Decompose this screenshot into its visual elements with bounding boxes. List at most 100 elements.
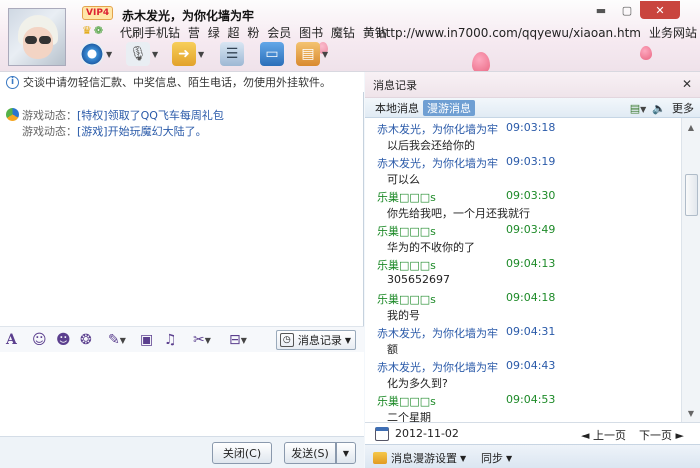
message-history-pane: 消息记录 ✕ 本地消息 漫游消息 ▤▼ 🔈 更多 赤木发光，为你化墙为牢 09:0… (365, 72, 700, 468)
entry-time: 09:04:53 (506, 393, 556, 406)
clock-icon: ◷ (279, 333, 294, 347)
remote-desktop-button[interactable]: ▭ (260, 41, 284, 67)
message-record-button[interactable]: ◷ 消息记录 ▼ (275, 330, 356, 350)
send-bar: 关闭(C) 发送(S) ▼ (0, 436, 364, 468)
link-pink[interactable]: 粉 (247, 26, 259, 40)
link-super[interactable]: 超 (228, 26, 240, 40)
history-entry: 赤木发光，为你化墙为牢 09:03:18 以后我会还给你的 (365, 118, 681, 152)
entry-text: 额 (387, 343, 398, 356)
more-link[interactable]: 更多 (672, 100, 694, 116)
entry-sender: 赤木发光，为你化墙为牢 (377, 327, 498, 340)
format-toolbar: A ☺ ☻ ❂ ✎ ▼ ▣ ♫ ✂ ▼ ⊟ ▼ ◷ 消息记录 ▼ (0, 326, 364, 352)
link-member[interactable]: 会员 (267, 26, 291, 40)
maximize-button[interactable]: ▢ (614, 1, 640, 19)
scroll-thumb[interactable] (685, 174, 698, 216)
voice-call-button[interactable]: 🎙 ▼ (126, 41, 158, 67)
sync-button[interactable]: 同步 ▼ (481, 450, 512, 466)
chevron-down-icon[interactable]: ▼ (460, 454, 466, 463)
qq-show-icon[interactable]: ❁ (94, 24, 103, 37)
tab-local-messages[interactable]: 本地消息 (371, 100, 423, 116)
shake-icon[interactable]: ❂ (80, 331, 92, 349)
video-call-button[interactable]: ▼ (80, 41, 112, 67)
link-camp[interactable]: 营 (188, 26, 200, 40)
history-date[interactable]: 2012-11-02 (395, 427, 459, 440)
export-icon[interactable]: ▤▼ (630, 102, 647, 115)
link-phone-diamond[interactable]: 代刷手机钻 (120, 26, 180, 40)
entry-time: 09:03:49 (506, 223, 556, 236)
chevron-down-icon[interactable]: ▼ (152, 50, 158, 59)
font-icon[interactable]: A (6, 331, 17, 349)
chevron-down-icon[interactable]: ▼ (241, 336, 247, 345)
toolbox-icon[interactable]: ⊟ ▼ (224, 331, 252, 349)
close-window-button[interactable]: ✕ (640, 1, 680, 19)
game-update-link[interactable]: [特权]领取了QQ飞车每周礼包 (77, 109, 224, 122)
chevron-down-icon[interactable]: ▼ (205, 336, 211, 345)
entry-sender: 赤木发光，为你化墙为牢 (377, 123, 498, 136)
roam-settings-button[interactable]: 消息漫游设置 ▼ (373, 450, 466, 466)
send-options-chevron-icon[interactable]: ▼ (336, 442, 356, 464)
game-update-link[interactable]: [游戏]开始玩魔幻大陆了。 (77, 125, 207, 138)
history-entry: 乐巢□□□s 09:03:30 你先给我吧，一个月还我就行 (365, 186, 681, 220)
history-entry: 赤木发光，为你化墙为牢 09:04:43 化为多久到? (365, 356, 681, 390)
tab-roaming-messages[interactable]: 漫游消息 (423, 100, 475, 116)
entry-time: 09:03:19 (506, 155, 556, 168)
microphone-icon: 🎙 (126, 42, 150, 66)
entry-time: 09:04:43 (506, 359, 556, 372)
avatar[interactable] (8, 8, 66, 66)
message-list-icon: ☰ (220, 42, 244, 66)
history-log: 赤木发光，为你化墙为牢 09:03:18 以后我会还给你的 赤木发光，为你化墙为牢 09… (365, 118, 681, 422)
entry-sender: 乐巢□□□s (377, 293, 436, 306)
link-green[interactable]: 绿 (208, 26, 220, 40)
doodle-icon[interactable]: ✎ ▼ (104, 331, 130, 349)
speaker-icon[interactable]: 🔈 (652, 102, 666, 115)
history-scrollbar[interactable]: ▲ ▼ (681, 118, 700, 422)
entry-sender: 乐巢□□□s (377, 225, 436, 238)
next-page-link[interactable]: 下一页 ► (639, 427, 684, 443)
petal-decoration (640, 46, 652, 60)
crown-icon[interactable]: ♛ (82, 24, 92, 37)
chevron-down-icon[interactable]: ▼ (322, 50, 328, 59)
close-icon[interactable]: ✕ (682, 77, 692, 91)
previous-page-link[interactable]: ◄ 上一页 (581, 427, 626, 443)
sms-button[interactable]: ☰ (220, 41, 244, 67)
security-notice: i 交谈中请勿轻信汇款、中奖信息、陌生电话，勿使用外挂软件。 (0, 72, 364, 92)
message-input[interactable] (0, 352, 364, 436)
history-entry: 乐巢□□□s 09:04:13 305652697 (365, 254, 681, 288)
game-update: 游戏动态：[游戏]开始玩魔幻大陆了。 (22, 125, 207, 138)
history-title-bar: 消息记录 ✕ (365, 72, 700, 98)
music-icon[interactable]: ♫ (164, 331, 177, 349)
send-button[interactable]: 发送(S) (284, 442, 336, 464)
history-entry: 乐巢□□□s 09:03:49 华为的不收你的了 (365, 220, 681, 254)
url-text[interactable]: http://www.in7000.com/qqyewu/xiaoan.htm (378, 26, 641, 40)
image-icon[interactable]: ▣ (140, 331, 153, 349)
entry-time: 09:04:18 (506, 291, 556, 304)
contact-nickname: 赤木发光，为你化墙为牢 (122, 9, 255, 23)
close-button[interactable]: 关闭(C) (212, 442, 272, 464)
scroll-up-icon[interactable]: ▲ (684, 120, 698, 134)
chevron-down-icon[interactable]: ▼ (198, 50, 204, 59)
chevron-down-icon[interactable]: ▼ (506, 454, 512, 463)
business-site-link[interactable]: 业务网站 (649, 26, 697, 40)
folder-icon (373, 452, 387, 464)
chevron-down-icon[interactable]: ▼ (120, 336, 126, 345)
entry-time: 09:04:13 (506, 257, 556, 270)
entry-sender: 赤木发光，为你化墙为牢 (377, 157, 498, 170)
minimize-button[interactable]: ▬ (588, 1, 614, 19)
entry-text: 华为的不收你的了 (387, 241, 475, 254)
link-books[interactable]: 图书 (299, 26, 323, 40)
chevron-down-icon[interactable]: ▼ (345, 336, 351, 345)
game-icon (6, 108, 19, 121)
send-file-button[interactable]: ➜ ▼ (172, 41, 204, 67)
calendar-icon[interactable] (375, 427, 389, 441)
vip-badge[interactable]: VIP4 (82, 6, 114, 20)
chat-header: VIP4 赤木发光，为你化墙为牢 ♛ ❁ 代刷手机钻 营 绿 超 粉 会员 图书 … (0, 0, 700, 72)
chevron-down-icon[interactable]: ▼ (106, 50, 112, 59)
history-entry: 赤木发光，为你化墙为牢 09:03:19 可以么 (365, 152, 681, 186)
scroll-down-icon[interactable]: ▼ (684, 406, 698, 420)
emoji-icon[interactable]: ☺ (32, 331, 47, 349)
app-menu-button[interactable]: ▤ ▼ (296, 41, 328, 67)
link-magic-diamond[interactable]: 魔钻 (331, 26, 355, 40)
entry-text: 化为多久到? (387, 377, 448, 390)
screenshot-scissors-icon[interactable]: ✂ ▼ (188, 331, 216, 349)
magic-face-icon[interactable]: ☻ (56, 331, 71, 349)
